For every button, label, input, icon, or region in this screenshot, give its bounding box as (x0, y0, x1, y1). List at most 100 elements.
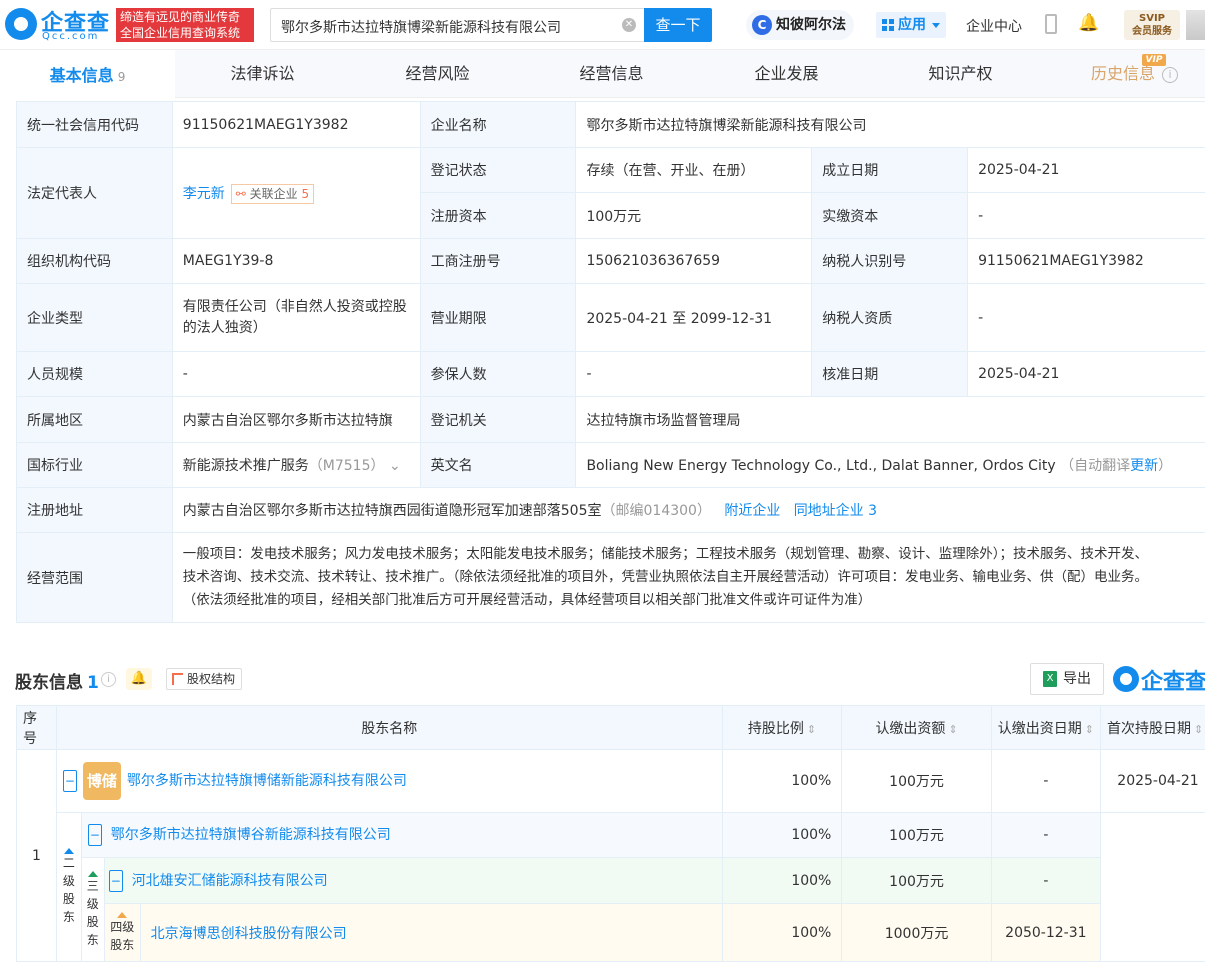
tab-development[interactable]: 企业发展 (699, 50, 874, 98)
sort-ratio: 持股比例 (748, 721, 816, 737)
mobile-icon[interactable] (1045, 14, 1057, 34)
same-address-link[interactable]: 同地址企业 3 (794, 503, 877, 519)
equity-structure-button[interactable]: 股权结构 (166, 668, 242, 690)
insured-value: - (575, 351, 813, 397)
english-name-value: Boliang New Energy Technology Co., Ltd.,… (586, 458, 1056, 474)
col-date[interactable]: 认缴出资日期 (990, 705, 1101, 750)
col-ratio[interactable]: 持股比例 (721, 705, 843, 750)
scope-line-1: 一般项目：发电技术服务；风力发电技术服务；太阳能发电技术服务；储能技术服务；工程… (182, 546, 1149, 562)
credit-code-value: 91150621MAEG1Y3982 (171, 101, 421, 148)
legal-rep-link[interactable]: 李元新 (183, 186, 225, 202)
update-link[interactable]: 更新 (1130, 458, 1158, 474)
info-icon[interactable]: i (1162, 67, 1178, 83)
export-label: 导出 (1063, 671, 1091, 687)
export-button[interactable]: X 导出 (1030, 663, 1104, 695)
org-code-label: 组织机构代码 (16, 238, 173, 284)
tab-count: 9 (117, 70, 126, 84)
shareholder-3-link[interactable]: 河北雄安汇储能源科技有限公司 (132, 873, 328, 889)
zhibi-alpha-button[interactable]: C 知彼阿尔法 (746, 10, 854, 40)
address-cell: 内蒙古自治区鄂尔多斯市达拉特旗西园街道隐形冠军加速部落505室（邮编014300… (171, 487, 1205, 533)
shareholder-2-link[interactable]: 鄂尔多斯市达拉特旗博谷新能源科技有限公司 (111, 827, 391, 843)
company-type-label: 企业类型 (16, 283, 173, 352)
chevron-down-icon[interactable]: ⌄ (389, 458, 401, 474)
enterprise-center-link[interactable]: 企业中心 (966, 16, 1022, 36)
biz-reg-no-value: 150621036367659 (575, 238, 813, 284)
level-3-char: 三 (86, 878, 99, 893)
company-avatar: 博储 (82, 762, 121, 800)
slogan-banner: 缔造有远见的商业传奇 全国企业信用查询系统 (116, 8, 254, 42)
industry-code: （M7515） (308, 458, 385, 474)
col-name: 股东名称 (55, 705, 723, 750)
industry-value: 新能源技术推广服务 (182, 458, 309, 474)
approved-label: 核准日期 (811, 351, 969, 397)
apps-label: 应用 (898, 17, 926, 33)
tab-bar: 基本信息 9 法律诉讼 经营风险 经营信息 企业发展 知识产权 历史信息 (0, 50, 1205, 98)
watermark-text: 企查查 (1141, 670, 1205, 695)
apps-dropdown[interactable]: 应用 (876, 12, 946, 38)
level-2-char: 东 (62, 910, 75, 924)
credit-code-label: 统一社会信用代码 (16, 101, 173, 148)
search-input[interactable]: 鄂尔多斯市达拉特旗博梁新能源科技有限公司 ✕ (270, 8, 644, 42)
status-label: 登记状态 (419, 147, 577, 193)
network-icon: ⚯ (235, 186, 250, 201)
collapse-button[interactable]: − (62, 770, 77, 792)
company-name-label: 企业名称 (419, 101, 577, 148)
search-button[interactable]: 查一下 (644, 8, 712, 42)
sort-amount: 认缴出资额 (875, 721, 957, 737)
company-type-line-1: 有限责任公司（非自然人投资或控股 (182, 298, 407, 315)
shareholder-3-date: - (990, 857, 1101, 904)
tab-litigation[interactable]: 法律诉讼 (175, 50, 350, 98)
sort-date: 认缴出资日期 (998, 721, 1094, 737)
scope-value: 一般项目：发电技术服务；风力发电技术服务；太阳能发电技术服务；储能技术服务；工程… (171, 532, 1205, 623)
shareholder-3-cell: − 河北雄安汇储能源科技有限公司 (103, 857, 723, 904)
col-index: 序号 (16, 705, 57, 750)
related-companies-tag[interactable]: ⚯ 关联企业 5 (230, 183, 315, 204)
authority-label: 登记机关 (419, 396, 577, 443)
shareholder-1-cell: − 博储 鄂尔多斯市达拉特旗博储新能源科技有限公司 (55, 749, 723, 813)
approved-value: 2025-04-21 (967, 351, 1205, 397)
staff-label: 人员规模 (16, 351, 173, 397)
taxpayer-qual-label: 纳税人资质 (811, 283, 969, 352)
scope-label: 经营范围 (16, 532, 173, 623)
bell-icon[interactable]: 🔔 (126, 668, 152, 690)
shareholder-2-amount: 100万元 (841, 812, 992, 858)
info-icon[interactable]: i (101, 672, 116, 687)
clear-icon[interactable]: ✕ (622, 18, 636, 32)
tab-basic-info[interactable]: 基本信息 9 (0, 50, 175, 98)
scope-line-2: 技术咨询、技术交流、技术转让、技术推广。（除依法须经批准的项目外，凭营业执照依法… (182, 569, 1149, 585)
caret-down-icon (932, 23, 940, 28)
avatar[interactable] (1186, 10, 1205, 40)
level-2-char: 二 (62, 856, 75, 870)
top-bar: 企查查 Qcc.com 缔造有远见的商业传奇 全国企业信用查询系统 鄂尔多斯市达… (0, 0, 1205, 50)
tab-business-info[interactable]: 经营信息 (524, 50, 699, 98)
shareholder-1-amount: 100万元 (841, 749, 992, 813)
level-4-label: 四级 股东 (103, 903, 141, 962)
paid-capital-label: 实缴资本 (811, 192, 969, 239)
slogan-line-1: 缔造有远见的商业传奇 (120, 10, 241, 24)
logo-domain: Qcc.com (42, 31, 100, 42)
tab-ip[interactable]: 知识产权 (873, 50, 1048, 98)
tab-business-risk[interactable]: 经营风险 (350, 50, 525, 98)
region-label: 所属地区 (16, 396, 173, 443)
collapse-button[interactable]: − (108, 869, 123, 892)
industry-cell[interactable]: 新能源技术推广服务（M7515） ⌄ (171, 442, 421, 488)
col-first-date[interactable]: 首次持股日期 (1099, 705, 1205, 750)
industry-label: 国标行业 (16, 442, 173, 488)
shareholder-1-link[interactable]: 鄂尔多斯市达拉特旗博储新能源科技有限公司 (127, 773, 407, 789)
svip-button[interactable]: SVIP 会员服务 (1124, 10, 1180, 40)
nearby-companies-link[interactable]: 附近企业 (724, 503, 780, 519)
scope-line-3: （依法须经批准的项目，经相关部门批准后方可开展经营活动，具体经营项目以相关部门批… (182, 592, 872, 608)
bell-icon[interactable]: 🔔 (1078, 14, 1099, 32)
row-index: 1 (16, 749, 57, 962)
level-3-label: 三级股东 (80, 857, 105, 962)
qcc-logo-icon (1113, 666, 1139, 692)
collapse-button[interactable]: − (87, 824, 102, 846)
col-amount[interactable]: 认缴出资额 (841, 705, 992, 750)
founded-label: 成立日期 (811, 147, 969, 193)
qcc-logo[interactable]: 企查查 Qcc.com (5, 6, 113, 44)
qcc-logo-icon (5, 8, 37, 40)
founded-value: 2025-04-21 (967, 147, 1205, 193)
close-paren: ） (1158, 458, 1173, 474)
shareholder-4-link[interactable]: 北京海博思创科技股份有限公司 (151, 926, 347, 942)
shareholder-2-ratio: 100% (721, 812, 843, 858)
